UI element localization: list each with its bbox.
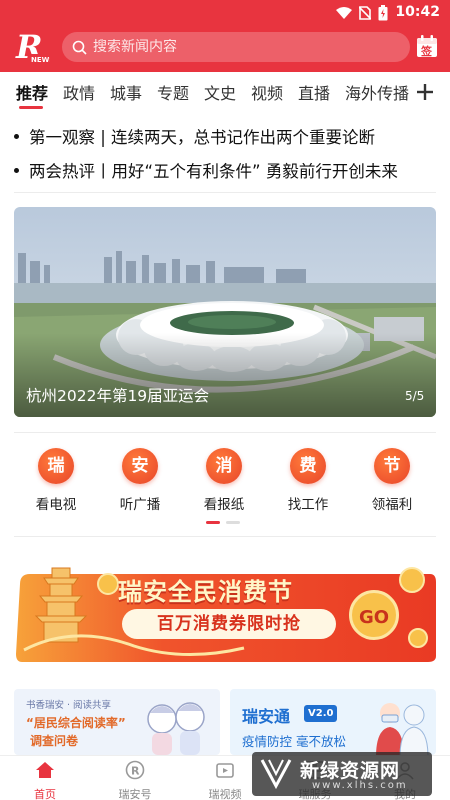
app-header: 10:42 R NEWS 签: [0, 0, 450, 72]
card-eyebrow: 书香瑞安 · 阅读共享: [26, 700, 112, 711]
tab-recommend[interactable]: 推荐: [16, 80, 48, 104]
divider: [14, 192, 436, 193]
service-label: 看电视: [35, 497, 77, 513]
headline-item[interactable]: 两会热评丨用好“五个有利条件” 勇毅前行开创未来: [14, 158, 398, 182]
watermark-text: 新绿资源网: [300, 760, 401, 782]
tab-city[interactable]: 城事: [110, 80, 142, 104]
divider: [14, 432, 436, 433]
headline-text: 两会热评丨用好“五个有利条件” 勇毅前行开创未来: [29, 162, 398, 181]
card-title: 瑞安通: [242, 707, 291, 726]
app-logo[interactable]: R NEWS: [14, 30, 50, 66]
svg-text:R: R: [131, 765, 140, 778]
no-sim-icon: [359, 6, 371, 20]
card-subtitle: 疫情防控 毫不放松: [242, 734, 346, 749]
channel-tabs: 推荐 政情 城事 专题 文史 视频 直播 海外传播: [0, 72, 450, 112]
tab-politics[interactable]: 政情: [63, 80, 95, 104]
service-listen-radio[interactable]: 安 听广播: [110, 448, 170, 513]
service-icon: 安: [122, 448, 158, 484]
wifi-icon: [336, 7, 352, 19]
cartoon-characters-illustration: [147, 702, 205, 755]
site-watermark: 新绿资源网 www.xlhs.com: [252, 752, 432, 796]
divider: [14, 536, 436, 537]
tab-culture[interactable]: 文史: [204, 80, 236, 104]
banner-caption: 杭州2022年第19届亚运会: [26, 387, 210, 405]
svg-text:NEWS: NEWS: [31, 56, 50, 64]
promo-title: 瑞安全民消费节: [118, 578, 293, 606]
status-time: 10:42: [395, 4, 440, 20]
service-icon: 消: [206, 448, 242, 484]
service-find-job[interactable]: 费 找工作: [278, 448, 338, 513]
nav-label: 首页: [34, 788, 56, 800]
tab-video[interactable]: 视频: [251, 80, 283, 104]
tab-live[interactable]: 直播: [298, 80, 330, 104]
search-box[interactable]: [62, 32, 410, 62]
ruian-account-icon: R: [125, 760, 145, 780]
checkin-label: 签: [420, 44, 433, 58]
headline-item[interactable]: 第一观察 | 连续两天，总书记作出两个重要论断: [14, 124, 375, 148]
add-channel-icon[interactable]: [414, 76, 436, 106]
pager-dot: [226, 521, 240, 524]
nav-label: 瑞安号: [118, 788, 152, 800]
home-icon: [36, 762, 54, 778]
service-label: 找工作: [287, 497, 329, 513]
headline-text: 第一观察 | 连续两天，总书记作出两个重要论断: [29, 128, 376, 147]
service-get-benefits[interactable]: 节 领福利: [362, 448, 422, 513]
promo-banner[interactable]: 瑞安全民消费节 百万消费券限时抢 GO: [14, 554, 436, 664]
bullet-icon: [14, 134, 19, 139]
nav-ruian-account[interactable]: R 瑞安号: [100, 756, 170, 800]
watermark-logo-icon: [260, 759, 292, 790]
battery-icon: [378, 5, 388, 21]
medical-worker-illustration: [376, 703, 429, 755]
active-tab-indicator: [19, 106, 43, 109]
status-bar: 10:42: [0, 0, 450, 26]
nav-label: 瑞视频: [208, 788, 242, 800]
checkin-icon[interactable]: 签: [416, 34, 438, 58]
version-badge: V2.0: [304, 705, 338, 722]
service-label: 看报纸: [203, 497, 245, 513]
tab-overseas[interactable]: 海外传播: [345, 80, 409, 104]
search-input[interactable]: [93, 39, 393, 55]
tab-topics[interactable]: 专题: [157, 80, 189, 104]
service-icon: 节: [374, 448, 410, 484]
nav-home[interactable]: 首页: [10, 756, 80, 800]
video-icon: [216, 763, 234, 778]
service-icon: 瑞: [38, 448, 74, 484]
card-title: “居民综合阅读率”: [26, 716, 126, 730]
service-label: 听广播: [119, 497, 161, 513]
search-icon: [72, 40, 87, 55]
banner-page-counter: 5/5: [405, 389, 425, 403]
service-label: 领福利: [371, 497, 413, 513]
bullet-icon: [14, 168, 19, 173]
service-read-newspaper[interactable]: 消 看报纸: [194, 448, 254, 513]
service-watch-tv[interactable]: 瑞 看电视: [26, 448, 86, 513]
ruian-tong-card[interactable]: 瑞安通 V2.0 疫情防控 毫不放松: [230, 689, 436, 755]
service-icon: 费: [290, 448, 326, 484]
card-subtitle: 调查问卷: [30, 734, 79, 748]
reading-survey-card[interactable]: 书香瑞安 · 阅读共享 “居民综合阅读率” 调查问卷: [14, 689, 220, 755]
nav-ruian-video[interactable]: 瑞视频: [190, 756, 260, 800]
watermark-url: www.xlhs.com: [312, 780, 408, 791]
promo-go-button[interactable]: GO: [349, 590, 399, 640]
pager-dot-active: [206, 521, 220, 524]
promo-subtitle: 百万消费券限时抢: [122, 609, 336, 639]
